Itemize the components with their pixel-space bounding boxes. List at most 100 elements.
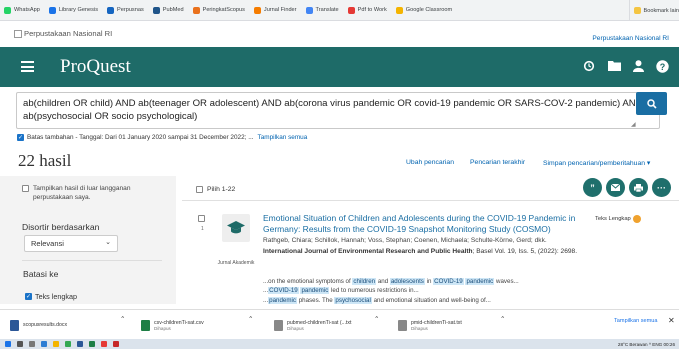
- divider: [22, 260, 162, 261]
- pdf-app-icon[interactable]: [101, 341, 107, 347]
- text-file-icon: [398, 319, 407, 331]
- svg-text:?: ?: [660, 62, 666, 72]
- user-icon[interactable]: [633, 60, 644, 75]
- search-icon[interactable]: [17, 341, 23, 347]
- download-item[interactable]: pmid-childrenTi-sat.txt Dihapus: [398, 315, 462, 335]
- article-source: International Journal of Environmental R…: [263, 247, 593, 256]
- email-icon[interactable]: [606, 178, 625, 197]
- result-checkbox[interactable]: [198, 215, 205, 222]
- resize-handle-icon[interactable]: ◢: [631, 121, 636, 128]
- bookmark-label: PeringkatScopus: [202, 7, 245, 13]
- scopus-icon: [192, 6, 200, 14]
- chevron-up-icon[interactable]: ⌃: [248, 315, 253, 323]
- fulltext-badge[interactable]: Teks Lengkap: [595, 215, 641, 223]
- bookmark-item[interactable]: Jurnal Finder: [253, 6, 297, 14]
- download-item[interactable]: csv-childrenTi-sat.csv Dihapus: [141, 315, 204, 335]
- pdf-icon: [347, 6, 355, 14]
- recent-searches-link[interactable]: Pencarian terakhir: [470, 159, 525, 166]
- broken-image-icon: [14, 29, 22, 38]
- help-icon[interactable]: ?: [656, 60, 669, 76]
- classroom-icon: [395, 6, 403, 14]
- sort-select[interactable]: Relevansi ⌄: [24, 235, 118, 252]
- bookmark-label: Jurnal Finder: [263, 7, 297, 13]
- bookmark-item[interactable]: Google Classroom: [395, 6, 453, 14]
- limit-to-label: Batasi ke: [23, 269, 59, 279]
- article-title-link[interactable]: Emotional Situation of Children and Adol…: [263, 213, 593, 235]
- select-all-option[interactable]: Pilih 1-22: [196, 185, 235, 193]
- snippet-text: in: [424, 278, 434, 285]
- search-button[interactable]: [636, 92, 667, 115]
- bookmark-label: Library Genesis: [58, 7, 98, 13]
- library-logo[interactable]: Perpustakaan Nasional RI: [14, 29, 112, 38]
- limits-text: Batas tambahan - Tanggal: Dari 01 Januar…: [27, 134, 254, 141]
- bookmark-item[interactable]: WhatsApp: [4, 6, 40, 14]
- bookmark-item[interactable]: Pdf to Work: [347, 6, 387, 14]
- bookmark-item[interactable]: PeringkatScopus: [192, 6, 245, 14]
- menu-icon[interactable]: [21, 61, 34, 73]
- file-explorer-icon[interactable]: [53, 341, 59, 347]
- bookmark-item[interactable]: PubMed: [152, 6, 184, 14]
- fulltext-checkbox[interactable]: ✓: [25, 293, 32, 300]
- bookmark-item[interactable]: Library Genesis: [48, 6, 98, 14]
- quote-icon[interactable]: ”: [583, 178, 602, 197]
- search-term-highlight: children: [352, 278, 377, 285]
- text-file-icon: [274, 319, 283, 331]
- app-icon[interactable]: [113, 341, 119, 347]
- save-search-link[interactable]: Simpan pencarian/pemberitahuan ▾: [543, 159, 650, 167]
- download-name: pmid-childrenTi-sat.txt: [411, 319, 462, 326]
- show-all-limits-link[interactable]: Tampilkan semua: [258, 134, 308, 141]
- bookmark-label: Pdf to Work: [357, 7, 387, 13]
- results-count: 22 hasil: [18, 151, 72, 170]
- windows-start-icon[interactable]: [5, 341, 11, 347]
- results-list: Pilih 1-22 ” ··· 1 Jurnal Akademik Emoti…: [182, 176, 679, 304]
- outside-holdings-label: Tampilkan hasil di luar langganan perpus…: [33, 185, 131, 201]
- download-item[interactable]: scopusresults.docx: [10, 315, 67, 335]
- download-item[interactable]: pubmed-childrenTi-sat (...txt Dihapus: [274, 315, 351, 335]
- chevron-down-icon: ⌄: [105, 239, 111, 246]
- bookmark-label: Perpusnas: [117, 7, 144, 13]
- chrome-icon[interactable]: [65, 341, 71, 347]
- show-all-downloads-link[interactable]: Tampilkan semua: [614, 318, 658, 324]
- bookmark-item[interactable]: Perpusnas: [107, 6, 144, 14]
- select-all-checkbox[interactable]: [196, 186, 203, 193]
- result-number: 1: [201, 226, 204, 232]
- folder-icon: [633, 7, 641, 14]
- chevron-up-icon[interactable]: ⌃: [374, 315, 379, 323]
- edge-icon[interactable]: [41, 341, 47, 347]
- word-icon[interactable]: [77, 341, 83, 347]
- proquest-logo[interactable]: ProQuest: [60, 56, 131, 78]
- bookmark-item[interactable]: Translate: [305, 6, 339, 14]
- chevron-up-icon[interactable]: ⌃: [120, 315, 125, 323]
- limits-checkbox[interactable]: ✓: [17, 134, 24, 141]
- download-status: Dihapus: [287, 325, 304, 331]
- windows-taskbar: [0, 339, 679, 349]
- folder-icon[interactable]: [608, 60, 621, 74]
- proquest-header: ProQuest ?: [0, 47, 679, 87]
- more-icon[interactable]: ···: [652, 178, 671, 197]
- chevron-up-icon[interactable]: ⌃: [500, 315, 505, 323]
- print-icon[interactable]: [629, 178, 648, 197]
- modify-search-link[interactable]: Ubah pencarian: [406, 159, 454, 166]
- snippet-text: phases. The: [297, 296, 335, 304]
- fulltext-icon: [632, 215, 641, 223]
- fulltext-filter[interactable]: ✓ Teks lengkap: [25, 292, 77, 301]
- outside-holdings-checkbox[interactable]: [22, 185, 29, 192]
- outside-holdings-option[interactable]: Tampilkan hasil di luar langganan perpus…: [22, 184, 163, 202]
- bookmarks-bar: WhatsApp Library Genesis Perpusnas PubMed Pe…: [0, 0, 679, 21]
- excel-icon[interactable]: [89, 341, 95, 347]
- downloads-bar: scopusresults.docx ⌃ csv-childrenTi-sat.…: [0, 309, 679, 339]
- search-input[interactable]: ab(children OR child) AND ab(teenager OR…: [16, 92, 660, 129]
- task-view-icon[interactable]: [29, 341, 35, 347]
- library-link[interactable]: Perpustakaan Nasional RI: [592, 35, 669, 42]
- bookmark-label: Translate: [315, 7, 339, 13]
- other-bookmarks[interactable]: Bookmark lain: [628, 0, 679, 21]
- history-icon[interactable]: [583, 60, 595, 75]
- journal-details: ; Basel Vol. 19, Iss. 5, (2022): 2698.: [472, 248, 578, 255]
- journal-name[interactable]: International Journal of Environmental R…: [263, 248, 473, 255]
- fulltext-badge-label: Teks Lengkap: [595, 216, 631, 222]
- search-term-highlight: pandemic: [300, 287, 330, 295]
- snippet-text: waves...: [494, 278, 519, 285]
- search-term-highlight: pandemic: [268, 296, 298, 304]
- close-icon[interactable]: ✕: [668, 316, 675, 325]
- bookmark-label: Google Classroom: [405, 7, 453, 13]
